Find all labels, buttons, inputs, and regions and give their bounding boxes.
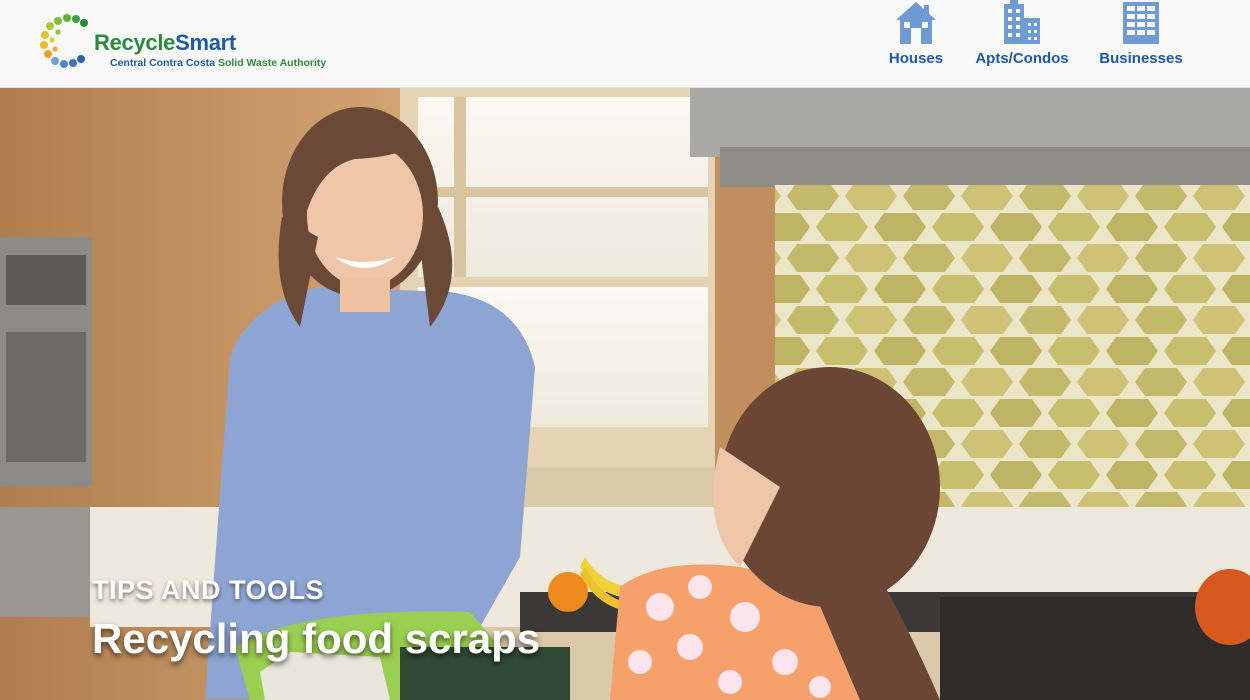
office-building-icon [1123, 2, 1159, 44]
recyclesmart-logo[interactable]: RecycleSmart Central Contra Costa Solid … [38, 13, 358, 73]
brand-name: RecycleSmart [94, 30, 236, 55]
nav-businesses-label: Businesses [1099, 50, 1183, 67]
recycle-dots-icon [40, 14, 88, 68]
brand-subtitle: Central Contra Costa Solid Waste Authori… [110, 57, 327, 69]
kitchen-scene-image [0, 87, 1250, 700]
apartment-building-icon [1004, 0, 1040, 44]
nav-apts-condos[interactable]: Apts/Condos [970, 0, 1074, 78]
house-icon [896, 2, 936, 44]
hero-video[interactable]: TIPS AND TOOLS Recycling food scraps [0, 87, 1250, 700]
site-header: RecycleSmart Central Contra Costa Solid … [0, 0, 1250, 88]
nav-businesses[interactable]: Businesses [1097, 0, 1185, 78]
nav-houses[interactable]: Houses [887, 0, 945, 78]
hero-headline: Recycling food scraps [92, 615, 541, 662]
nav-apts-condos-label: Apts/Condos [975, 50, 1069, 67]
hero-kicker: TIPS AND TOOLS [92, 575, 325, 605]
nav-houses-label: Houses [888, 50, 944, 67]
